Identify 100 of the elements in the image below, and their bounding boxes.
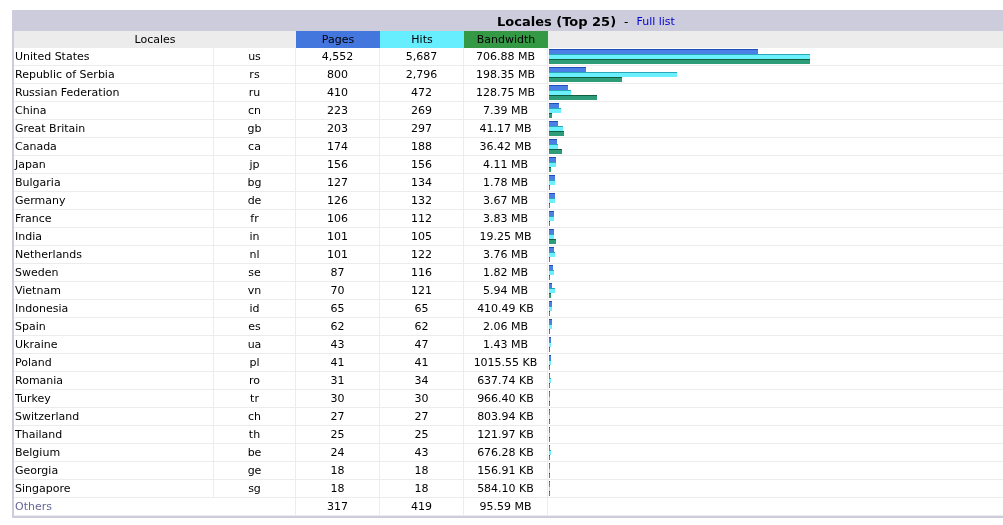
hits-bar (549, 198, 555, 203)
hits-bar (549, 306, 552, 311)
pages-value: 126 (296, 192, 380, 210)
bandwidth-value: 41.17 MB (464, 120, 548, 138)
pages-value: 106 (296, 210, 380, 228)
bandwidth-value: 95.59 MB (464, 498, 548, 516)
bandwidth-bar (549, 239, 556, 244)
hits-value: 47 (380, 336, 464, 354)
bandwidth-value: 198.35 MB (464, 66, 548, 84)
country-name: Japan (14, 156, 214, 174)
country-name: Vietnam (14, 282, 214, 300)
locale-code: es (214, 318, 296, 336)
locale-code: be (214, 444, 296, 462)
bandwidth-value: 128.75 MB (464, 84, 548, 102)
locale-code: sg (214, 480, 296, 498)
locale-code: ch (214, 408, 296, 426)
hits-value: 269 (380, 102, 464, 120)
hits-bar (549, 270, 554, 275)
country-name: Turkey (14, 390, 214, 408)
hits-value: 188 (380, 138, 464, 156)
hits-bar (549, 108, 561, 113)
country-name: Great Britain (14, 120, 214, 138)
bandwidth-value: 3.67 MB (464, 192, 548, 210)
hits-bar (549, 288, 555, 293)
bandwidth-value: 7.39 MB (464, 102, 548, 120)
pages-bar (549, 283, 552, 288)
country-name: Indonesia (14, 300, 214, 318)
bandwidth-bar (549, 149, 562, 154)
hits-value: 419 (380, 498, 464, 516)
country-name: Netherlands (14, 246, 214, 264)
locale-code: de (214, 192, 296, 210)
country-name: Georgia (14, 462, 214, 480)
pages-bar (549, 247, 554, 252)
country-name: Ukraine (14, 336, 214, 354)
locale-code: tr (214, 390, 296, 408)
hits-value: 30 (380, 390, 464, 408)
hits-bar (549, 144, 558, 149)
others-label: Others (14, 498, 296, 516)
locale-code: gb (214, 120, 296, 138)
locale-code: ro (214, 372, 296, 390)
pages-bar (549, 67, 586, 72)
table-title: Locales (Top 25) (497, 14, 617, 29)
full-list-link[interactable]: Full list (636, 15, 675, 28)
pages-bar (549, 121, 558, 126)
hits-bar (549, 90, 571, 95)
column-header: Bandwidth (464, 31, 548, 48)
hits-value: 5,687 (380, 48, 464, 66)
pages-value: 800 (296, 66, 380, 84)
bandwidth-value: 3.83 MB (464, 210, 548, 228)
pages-value: 4,552 (296, 48, 380, 66)
pages-value: 127 (296, 174, 380, 192)
pages-value: 31 (296, 372, 380, 390)
country-name: Spain (14, 318, 214, 336)
bandwidth-value: 1.82 MB (464, 264, 548, 282)
hits-value: 2,796 (380, 66, 464, 84)
column-header: Locales (14, 31, 296, 48)
country-name: Switzerland (14, 408, 214, 426)
bandwidth-value: 966.40 KB (464, 390, 548, 408)
pages-bar (549, 139, 557, 144)
locale-code: jp (214, 156, 296, 174)
pages-bar (549, 301, 552, 306)
pages-value: 62 (296, 318, 380, 336)
separator: - (624, 14, 629, 29)
hits-value: 25 (380, 426, 464, 444)
bandwidth-value: 19.25 MB (464, 228, 548, 246)
country-name: Germany (14, 192, 214, 210)
bandwidth-value: 584.10 KB (464, 480, 548, 498)
pages-bar (549, 175, 555, 180)
country-name: Poland (14, 354, 214, 372)
pages-value: 317 (296, 498, 380, 516)
hits-bar (549, 126, 563, 131)
country-name: Romania (14, 372, 214, 390)
locale-code: id (214, 300, 296, 318)
locale-code: rs (214, 66, 296, 84)
bandwidth-bar (549, 131, 564, 136)
hits-bar (549, 216, 554, 221)
country-name: India (14, 228, 214, 246)
country-name: Belgium (14, 444, 214, 462)
bandwidth-value: 121.97 KB (464, 426, 548, 444)
bandwidth-value: 156.91 KB (464, 462, 548, 480)
locale-code: ca (214, 138, 296, 156)
bandwidth-bar (549, 113, 552, 118)
bandwidth-value: 1.78 MB (464, 174, 548, 192)
locale-code: th (214, 426, 296, 444)
country-name: Sweden (14, 264, 214, 282)
column-header: Hits (380, 31, 464, 48)
pages-value: 24 (296, 444, 380, 462)
pages-value: 410 (296, 84, 380, 102)
locale-code: nl (214, 246, 296, 264)
pages-value: 27 (296, 408, 380, 426)
pages-value: 203 (296, 120, 380, 138)
column-header: Pages (296, 31, 380, 48)
bandwidth-value: 4.11 MB (464, 156, 548, 174)
locale-code: ge (214, 462, 296, 480)
hits-value: 62 (380, 318, 464, 336)
bandwidth-value: 410.49 KB (464, 300, 548, 318)
hits-value: 65 (380, 300, 464, 318)
hits-bar (549, 162, 556, 167)
hits-bar (549, 252, 555, 257)
pages-value: 223 (296, 102, 380, 120)
